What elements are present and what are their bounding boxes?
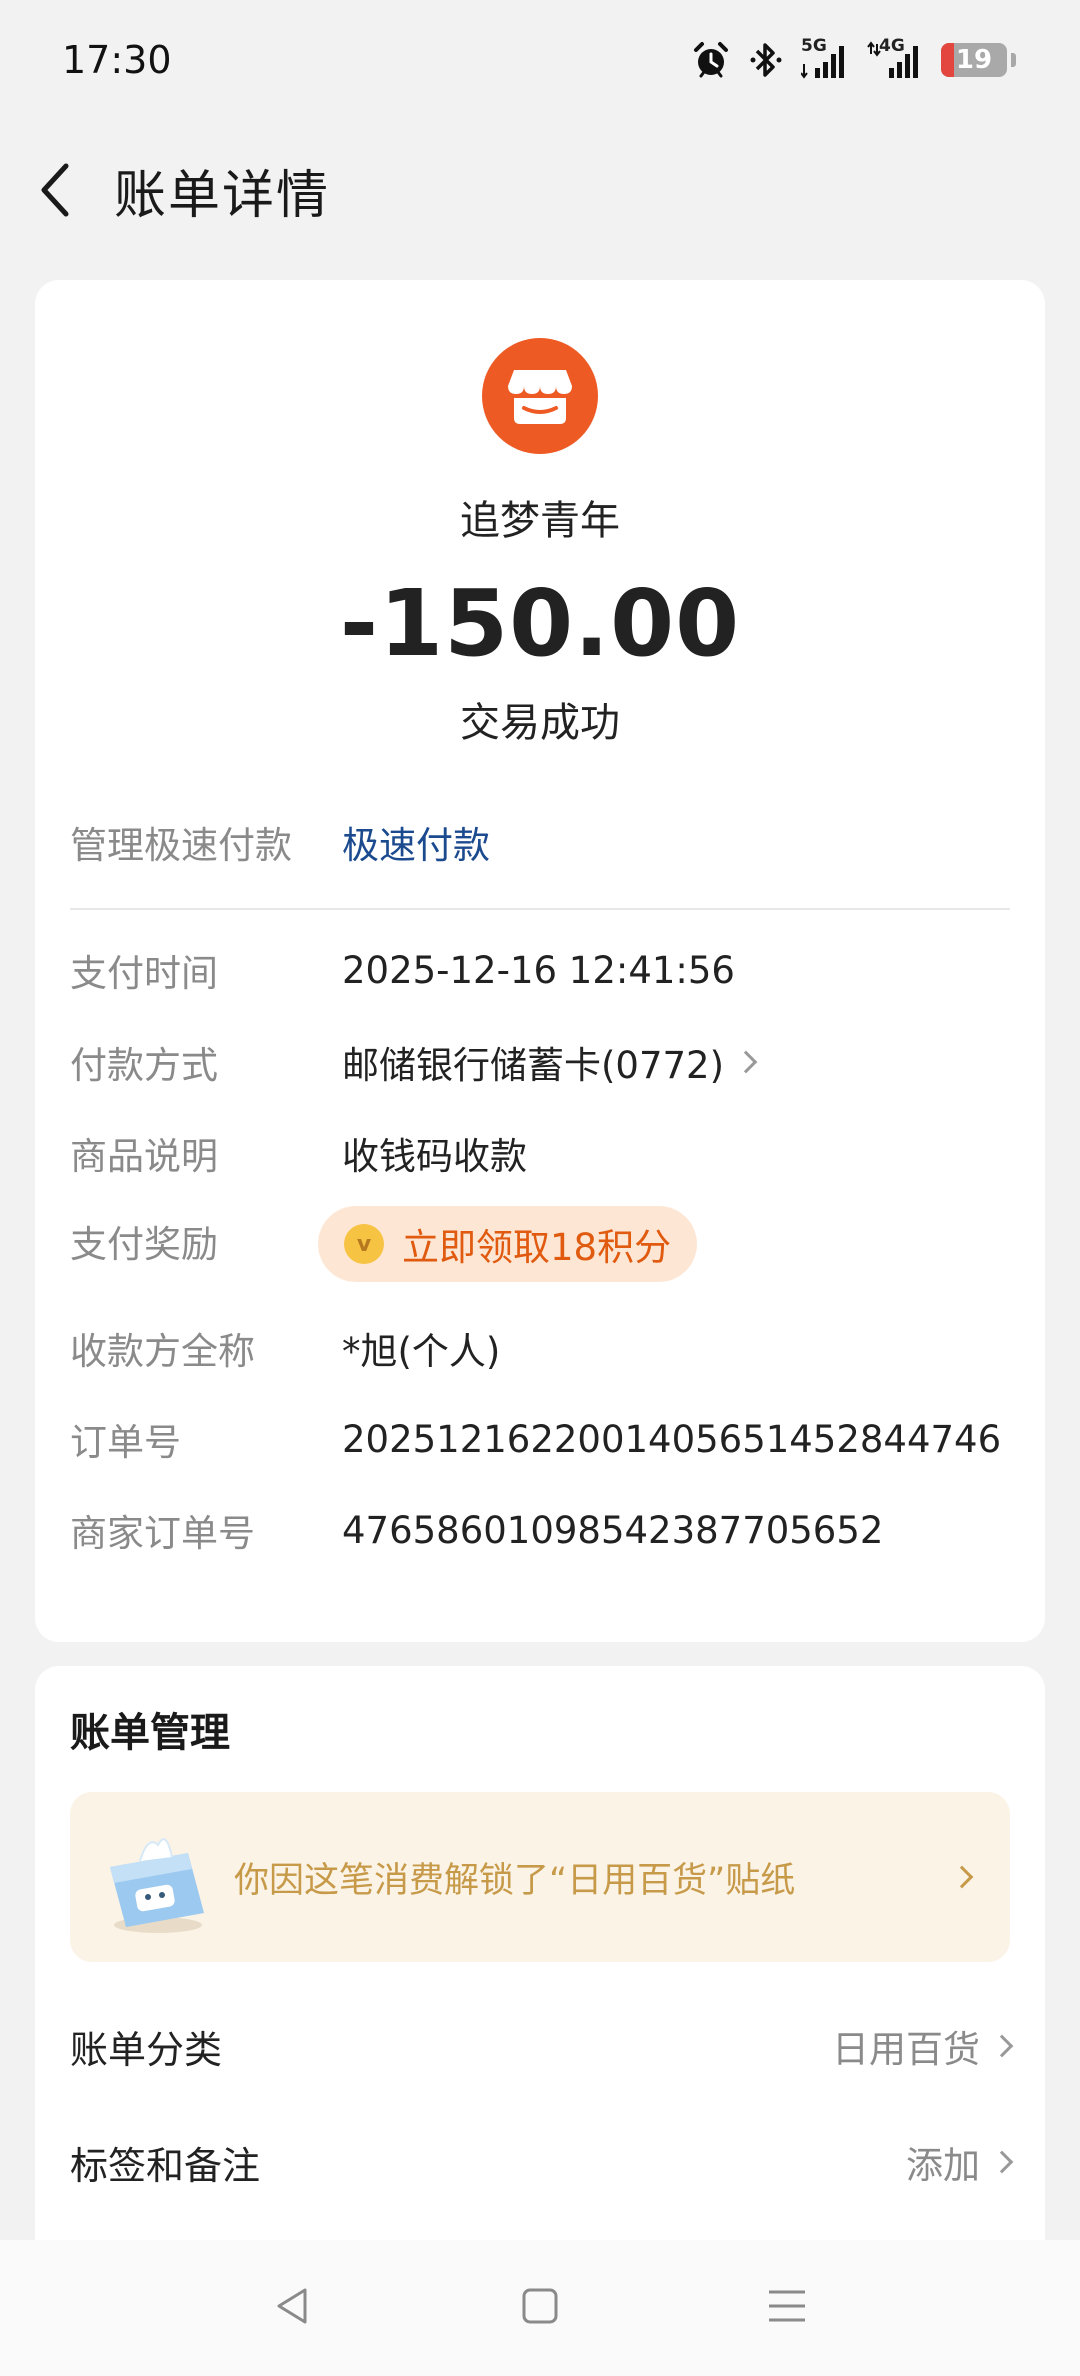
signal-4g-icon: 4G xyxy=(867,36,923,80)
signal-5g-icon: 5G xyxy=(801,36,849,80)
detail-label: 商家订单号 xyxy=(70,1512,255,1555)
bill-category-row[interactable]: 账单分类 日用百货 xyxy=(70,2006,1014,2086)
sticker-banner[interactable]: 你因这笔消费解锁了“日用百货”贴纸 xyxy=(70,1792,1010,1962)
menu-lines-icon[interactable] xyxy=(765,2284,809,2332)
coin-glyph: v xyxy=(356,1231,372,1257)
detail-label: 收款方全称 xyxy=(70,1330,255,1373)
battery-cap xyxy=(1011,53,1016,67)
bill-management-card: 账单管理 你因这笔消费解锁了“日用百货”贴纸 账单分类 日用百货 标签和备注 添… xyxy=(35,1666,1045,2266)
tissue-box-sticker-icon xyxy=(96,1817,216,1937)
detail-value: 2025-12-16 12:41:56 xyxy=(342,948,735,992)
store-icon xyxy=(482,338,598,454)
detail-value: *旭(个人) xyxy=(342,1330,501,1373)
detail-label: 付款方式 xyxy=(70,1044,218,1087)
detail-row-merchant-order-no: 商家订单号 4765860109854238770565​2 xyxy=(70,1500,883,1560)
detail-row-payee: 收款方全称 *旭(个人) xyxy=(70,1318,500,1378)
detail-row-reward: 支付奖励 v 立即领取18积分 xyxy=(70,1206,698,1296)
detail-value: 收钱码收款 xyxy=(342,1135,527,1178)
chevron-right-icon xyxy=(990,2150,1014,2174)
detail-label: 订单号 xyxy=(70,1421,181,1464)
detail-label: 商品说明 xyxy=(70,1135,218,1178)
network-2-label: 4G xyxy=(879,36,905,56)
bluetooth-icon xyxy=(749,40,783,80)
detail-label: 支付奖励 xyxy=(70,1223,218,1266)
bill-management-title: 账单管理 xyxy=(70,1710,230,1756)
payment-method-text: 邮储银行储蓄卡(0772) xyxy=(342,1044,725,1087)
battery-level-text: 19 xyxy=(955,45,993,75)
alarm-icon xyxy=(691,40,731,80)
sticker-banner-text: 你因这笔消费解锁了“日用百货”贴纸 xyxy=(234,1860,796,1901)
status-bar: 17:30 5G 4G 19 xyxy=(0,0,1080,120)
tags-notes-value-group: 添加 xyxy=(906,2135,1014,2189)
page-title: 账单详情 xyxy=(114,165,331,226)
quick-pay-label: 管理极速付款 xyxy=(70,824,292,867)
battery-level-fill xyxy=(941,43,954,77)
bill-category-label: 账单分类 xyxy=(70,2027,223,2072)
quick-pay-row[interactable]: 管理极速付款 极速付款 xyxy=(70,812,490,872)
status-time: 17:30 xyxy=(62,38,172,82)
transaction-card: 追梦青年 -150.00 交易成功 管理极速付款 极速付款 支付时间 2025-… xyxy=(35,280,1045,1642)
tags-notes-value: 添加 xyxy=(906,2144,980,2187)
merchant-name: 追梦青年 xyxy=(460,498,620,544)
detail-row-product: 商品说明 收钱码收款 xyxy=(70,1123,527,1183)
quick-pay-link[interactable]: 极速付款 xyxy=(342,815,490,869)
battery-icon: 19 xyxy=(941,43,1007,77)
transaction-amount: -150.00 xyxy=(339,570,741,677)
divider xyxy=(70,908,1010,910)
chevron-right-icon xyxy=(734,1050,758,1074)
detail-row-order-no: 订单号 2025121622001405651452844746 xyxy=(70,1409,1001,1469)
transaction-status: 交易成功 xyxy=(460,700,620,746)
title-bar: 账单详情 xyxy=(0,140,1080,240)
chevron-right-icon xyxy=(990,2034,1014,2058)
back-button[interactable] xyxy=(0,140,112,240)
back-triangle-icon[interactable] xyxy=(271,2284,315,2332)
home-square-icon[interactable] xyxy=(518,2284,562,2332)
claim-points-button[interactable]: v 立即领取18积分 xyxy=(318,1206,698,1282)
tags-notes-row[interactable]: 标签和备注 添加 xyxy=(70,2122,1014,2202)
bill-category-value: 日用百货 xyxy=(832,2028,980,2071)
bill-category-value-group: 日用百货 xyxy=(832,2019,1014,2073)
detail-value: 4765860109854238770565​2 xyxy=(342,1508,884,1552)
chevron-right-icon xyxy=(950,1865,974,1889)
network-1-label: 5G xyxy=(801,36,827,56)
points-coin-icon: v xyxy=(344,1224,384,1264)
system-nav-bar xyxy=(0,2240,1080,2376)
detail-row-payment-method[interactable]: 付款方式 邮储银行储蓄卡(0772) xyxy=(70,1032,758,1092)
detail-row-pay-time: 支付时间 2025-12-16 12:41:56 xyxy=(70,940,735,1000)
status-icons: 5G 4G 19 xyxy=(691,36,1016,80)
chevron-left-icon xyxy=(41,163,69,217)
tags-notes-label: 标签和备注 xyxy=(70,2143,261,2188)
detail-label: 支付时间 xyxy=(70,952,218,995)
claim-points-label: 立即领取18积分 xyxy=(402,1226,672,1269)
payment-method-value[interactable]: 邮储银行储蓄卡(0772) xyxy=(342,1035,758,1089)
detail-value: 2025121622001405651452844746 xyxy=(342,1417,1002,1461)
